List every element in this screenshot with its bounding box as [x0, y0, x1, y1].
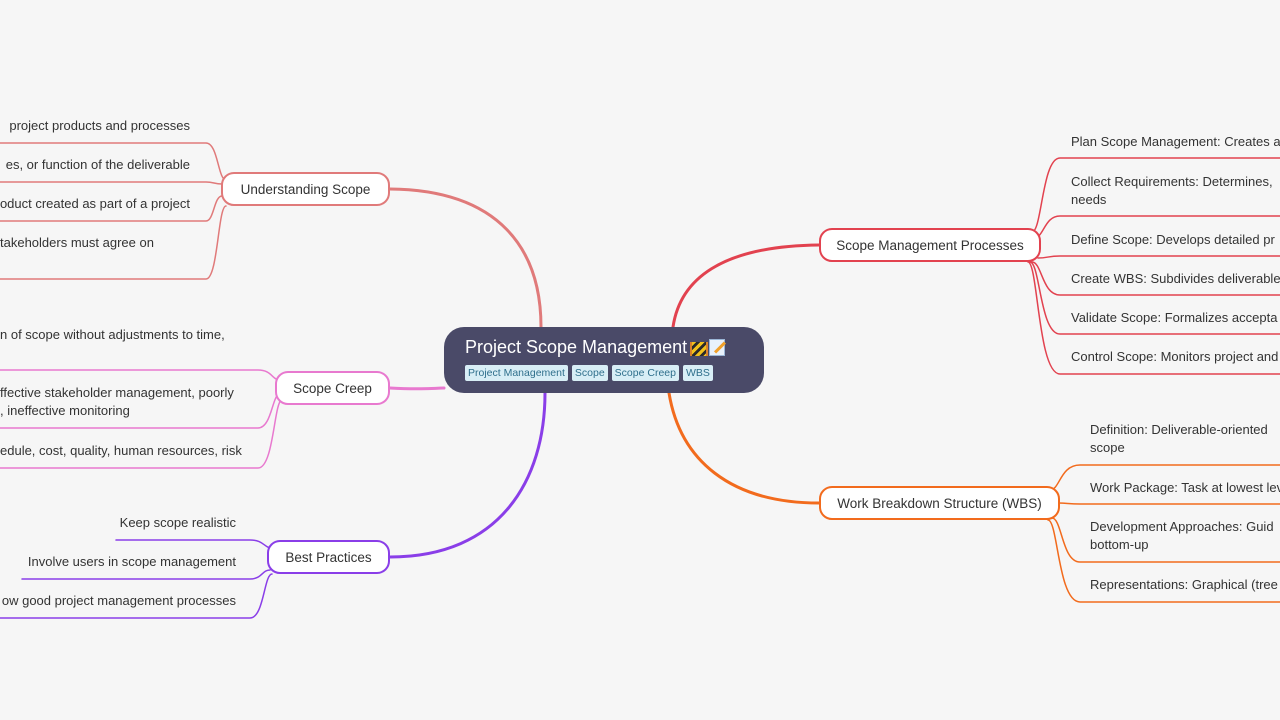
connector-root-scope-management-processes	[671, 243, 821, 329]
leaf-best-practices-3[interactable]: ow good project management processes	[2, 592, 236, 610]
leaf-wbs-development-approaches-text: Development Approaches: Guid bottom-up	[1090, 519, 1274, 552]
connector-best-practices-2	[21, 569, 271, 580]
leaf-processes-create-wbs[interactable]: Create WBS: Subdivides deliverable	[1071, 270, 1280, 288]
connector-root-best-practices	[388, 391, 547, 559]
leaf-processes-collect-requirements[interactable]: Collect Requirements: Determines, needs	[1071, 173, 1273, 209]
branch-best-practices[interactable]: Best Practices	[267, 540, 390, 574]
leaf-scope-creep-2-text: ffective stakeholder management, poorly …	[0, 385, 234, 418]
root-title-row: Project Scope Management	[465, 336, 744, 358]
connector-scope-creep-1	[0, 369, 281, 381]
leaf-processes-collect-requirements-text: Collect Requirements: Determines, needs	[1071, 174, 1273, 207]
leaf-wbs-definition[interactable]: Definition: Deliverable-oriented scope	[1090, 421, 1268, 457]
leaf-wbs-development-approaches[interactable]: Development Approaches: Guid bottom-up	[1090, 518, 1274, 554]
leaf-processes-control-scope[interactable]: Control Scope: Monitors project and	[1071, 348, 1278, 366]
leaf-wbs-work-package[interactable]: Work Package: Task at lowest lev	[1090, 479, 1280, 497]
branch-understanding-scope[interactable]: Understanding Scope	[221, 172, 390, 206]
leaf-understanding-scope-1[interactable]: project products and processes	[9, 117, 190, 135]
leaf-wbs-definition-text: Definition: Deliverable-oriented scope	[1090, 422, 1268, 455]
tag-project-management[interactable]: Project Management	[465, 365, 568, 381]
root-tags: Project Management Scope Scope Creep WBS	[465, 365, 744, 381]
leaf-scope-creep-1[interactable]: n of scope without adjustments to time,	[0, 326, 225, 344]
memo-icon	[709, 338, 726, 356]
leaf-processes-define-scope[interactable]: Define Scope: Develops detailed pr	[1071, 231, 1275, 249]
leaf-processes-validate-scope[interactable]: Validate Scope: Formalizes accepta	[1071, 309, 1277, 327]
leaf-scope-creep-2[interactable]: ffective stakeholder management, poorly …	[0, 384, 234, 420]
root-node[interactable]: Project Scope Management Project Managem…	[444, 327, 764, 393]
branch-scope-creep[interactable]: Scope Creep	[275, 371, 390, 405]
connector-scope-management-processes-3	[1037, 255, 1280, 259]
leaf-scope-creep-3[interactable]: edule, cost, quality, human resources, r…	[0, 442, 242, 460]
branch-scope-management-processes[interactable]: Scope Management Processes	[819, 228, 1041, 262]
construction-icon	[690, 341, 709, 356]
connector-work-breakdown-structure-2	[1057, 502, 1280, 505]
leaf-wbs-representations[interactable]: Representations: Graphical (tree	[1090, 576, 1278, 594]
leaf-understanding-scope-2[interactable]: es, or function of the deliverable	[6, 156, 190, 174]
branch-work-breakdown-structure[interactable]: Work Breakdown Structure (WBS)	[819, 486, 1060, 520]
tag-scope[interactable]: Scope	[571, 365, 608, 381]
connector-understanding-scope-2	[0, 181, 223, 185]
connector-root-scope-creep	[388, 386, 446, 391]
root-title: Project Scope Management	[465, 337, 688, 357]
leaf-best-practices-1[interactable]: Keep scope realistic	[120, 514, 236, 532]
tag-wbs[interactable]: WBS	[682, 365, 713, 381]
connector-root-understanding-scope	[388, 187, 543, 329]
mindmap-canvas[interactable]: Project Scope Management Project Managem…	[0, 0, 1280, 720]
leaf-understanding-scope-4[interactable]: takeholders must agree on	[0, 234, 154, 252]
leaf-best-practices-2[interactable]: Involve users in scope management	[28, 553, 236, 571]
leaf-processes-plan-scope[interactable]: Plan Scope Management: Creates a	[1071, 133, 1280, 151]
connector-best-practices-1	[115, 539, 273, 549]
leaf-understanding-scope-3[interactable]: oduct created as part of a project	[0, 195, 190, 213]
root-emojis	[690, 338, 726, 356]
connector-root-work-breakdown-structure	[667, 391, 821, 505]
tag-scope-creep[interactable]: Scope Creep	[611, 365, 679, 381]
